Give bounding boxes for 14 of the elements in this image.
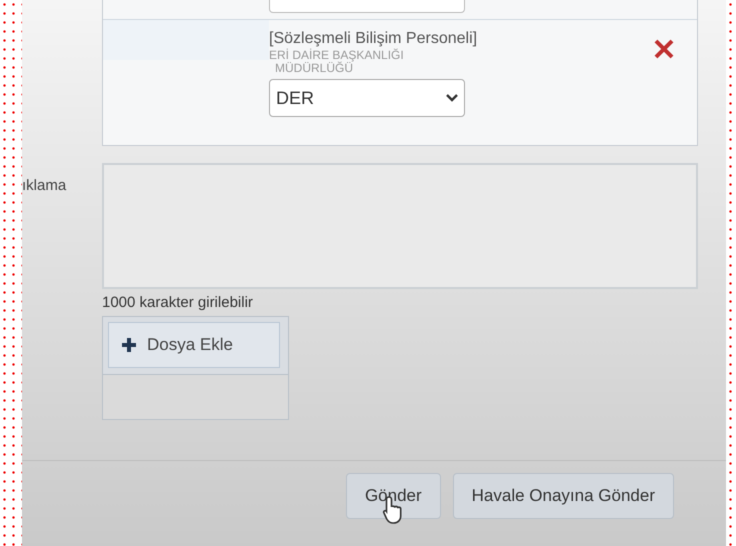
character-limit-hint: 1000 karakter girilebilir [102, 294, 254, 312]
chevron-down-icon [446, 94, 458, 102]
unit-name: MÜDÜRLÜĞÜ [274, 62, 353, 75]
remove-icon[interactable] [653, 38, 675, 60]
description-field[interactable] [102, 163, 698, 289]
submit-button[interactable]: Havale Onayına Gönder [452, 473, 674, 519]
description-label: ıklama [22, 176, 68, 196]
add-file-button[interactable]: Dosya Ekle [108, 322, 280, 368]
unit-name: ERİ DAİRE BAŞKANLIĞI [269, 48, 405, 62]
submit-button[interactable]: Gönder [346, 473, 441, 519]
assignee-title: [Sözleşmeli Bilişim Personeli] [269, 30, 478, 48]
plus-icon [121, 337, 137, 353]
role-select[interactable]: DER [269, 79, 465, 117]
input-field[interactable] [269, 0, 465, 13]
